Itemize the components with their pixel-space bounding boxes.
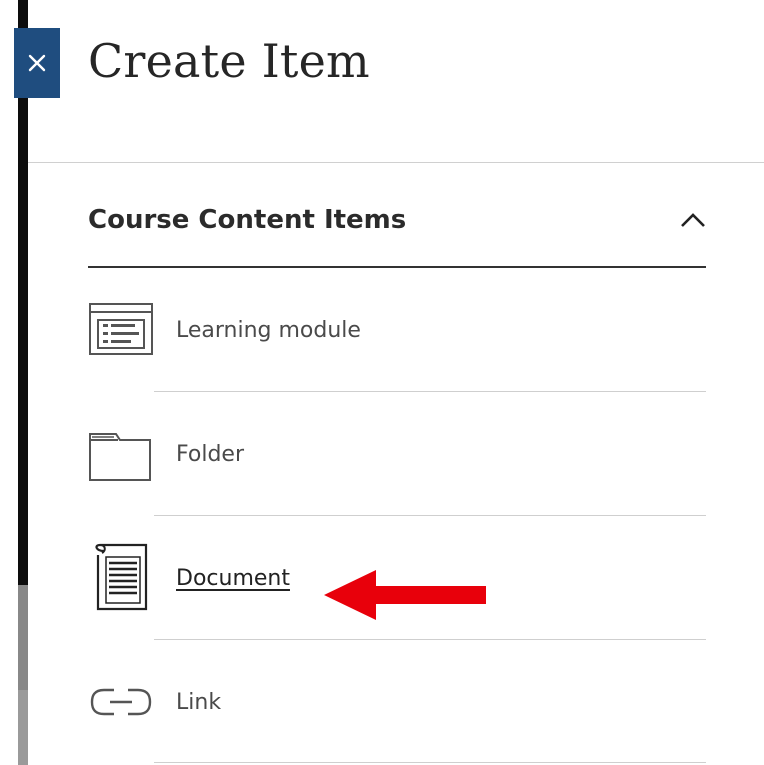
item-divider — [154, 391, 706, 392]
background-gray-area-lower — [18, 690, 28, 765]
chevron-up-icon — [681, 213, 705, 227]
link-icon — [88, 669, 154, 735]
item-label: Learning module — [176, 317, 361, 343]
folder-icon — [88, 421, 154, 487]
item-divider — [154, 639, 706, 640]
item-learning-module[interactable]: Learning module — [88, 280, 708, 380]
panel-title: Create Item — [88, 34, 370, 88]
item-link[interactable]: Link — [88, 652, 708, 752]
item-divider — [154, 762, 706, 763]
course-content-items-header[interactable]: Course Content Items — [88, 190, 708, 250]
item-folder[interactable]: Folder — [88, 404, 708, 504]
item-label: Folder — [176, 441, 244, 467]
close-icon — [28, 54, 46, 72]
item-divider — [154, 515, 706, 516]
item-label: Link — [176, 689, 222, 715]
section-divider — [88, 266, 706, 268]
close-button[interactable] — [14, 28, 60, 98]
annotation-arrow-icon — [324, 570, 486, 620]
header-divider — [28, 162, 764, 163]
section-title: Course Content Items — [88, 205, 407, 235]
document-icon — [88, 543, 154, 611]
learning-module-icon — [88, 297, 154, 363]
item-label: Document — [176, 565, 290, 591]
